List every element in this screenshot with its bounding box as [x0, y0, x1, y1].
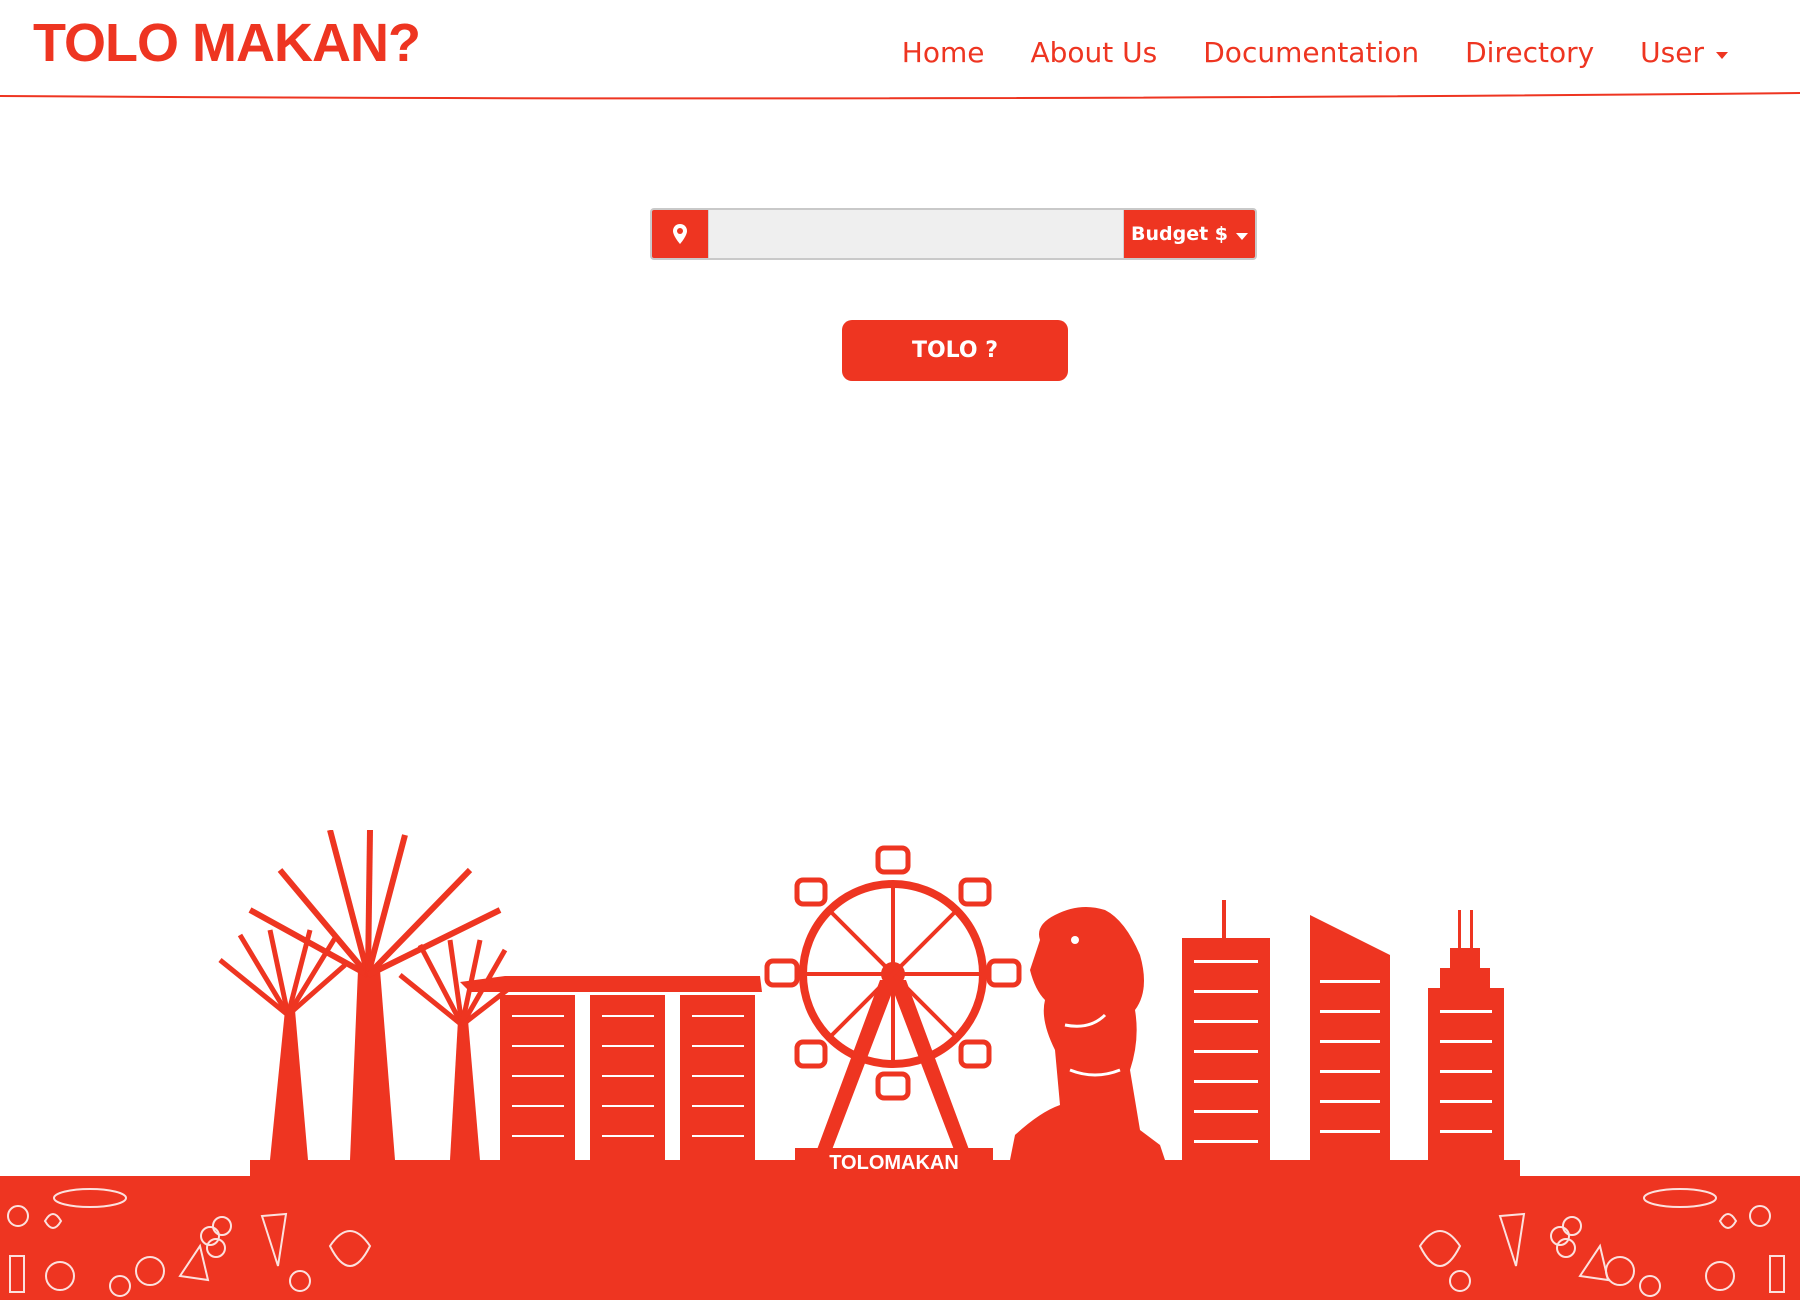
singapore-skyline-illustration: TOLOMAKAN: [218, 830, 1520, 1180]
location-button[interactable]: [652, 210, 708, 258]
food-doodles-left: [7, 1188, 372, 1297]
nav-home[interactable]: Home: [902, 28, 985, 78]
location-input[interactable]: [708, 210, 1124, 258]
search-bar: Budget $: [650, 208, 1257, 260]
food-doodle-pattern: [7, 1188, 1785, 1297]
office-building-2: [1310, 915, 1390, 1160]
chevron-down-icon: [1716, 51, 1728, 59]
chevron-down-icon: [1236, 232, 1248, 240]
office-building-1: [1182, 900, 1270, 1160]
budget-label: Budget $: [1130, 223, 1228, 245]
singapore-flyer: TOLOMAKAN: [764, 845, 1022, 1176]
nav-directory[interactable]: Directory: [1465, 28, 1594, 78]
office-building-3: [1428, 910, 1504, 1160]
footer-food-pattern-band: [0, 1176, 1800, 1300]
tolo-button[interactable]: TOLO ?: [842, 320, 1068, 381]
top-navbar: TOLO MAKAN? Home About Us Documentation …: [0, 0, 1800, 110]
nav-documentation[interactable]: Documentation: [1203, 28, 1419, 78]
supertree-small-left: [218, 929, 347, 1160]
nav-user-dropdown[interactable]: User: [1640, 28, 1728, 78]
wheel-sign: TOLOMAKAN: [829, 1152, 959, 1174]
header-divider: [0, 92, 1800, 100]
logo[interactable]: TOLO MAKAN?: [33, 8, 421, 78]
nav-about-us[interactable]: About Us: [1030, 28, 1157, 78]
map-pin-icon: [673, 224, 687, 244]
main-nav: Home About Us Documentation Directory Us…: [902, 28, 1728, 78]
marina-bay-sands: [460, 976, 762, 1160]
budget-dropdown[interactable]: Budget $: [1124, 210, 1255, 258]
nav-user-label: User: [1640, 36, 1704, 69]
food-doodles-right: [1418, 1188, 1785, 1297]
merlion-statue: [1010, 906, 1165, 1160]
